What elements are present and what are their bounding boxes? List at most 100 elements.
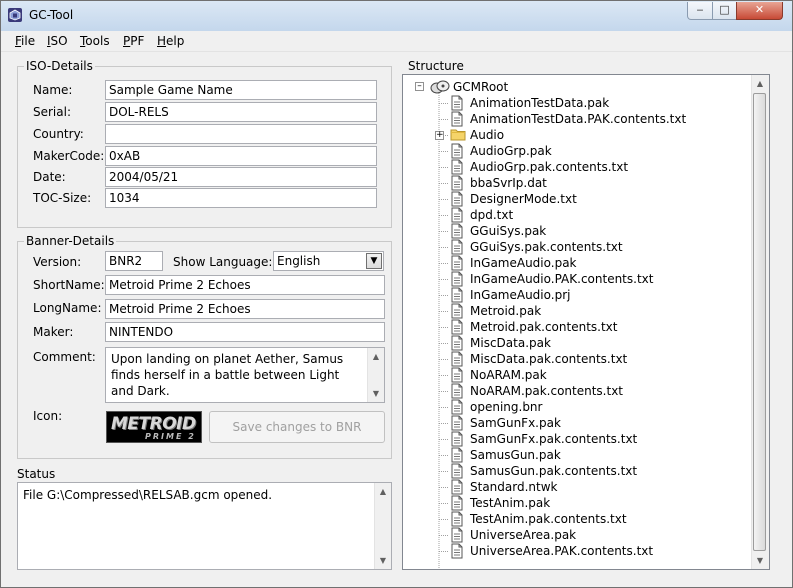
- maker-field[interactable]: NINTENDO: [105, 322, 385, 342]
- toc-size-field[interactable]: 1034: [105, 188, 377, 208]
- save-changes-button[interactable]: Save changes to BNR: [209, 411, 385, 443]
- tree-file[interactable]: AudioGrp.pak.contents.txt: [403, 159, 743, 175]
- tree-node-label: GCMRoot: [453, 80, 509, 94]
- toc-size-label: TOC-Size:: [33, 191, 92, 205]
- tree-file[interactable]: NoARAM.pak.contents.txt: [403, 383, 743, 399]
- tree-file[interactable]: GGuiSys.pak.contents.txt: [403, 239, 743, 255]
- tree-file[interactable]: TestAnim.pak: [403, 495, 743, 511]
- tree-file[interactable]: Standard.ntwk: [403, 479, 743, 495]
- serial-field[interactable]: DOL-RELS: [105, 102, 377, 122]
- tree-folder[interactable]: + Audio: [403, 127, 743, 143]
- minimize-button[interactable]: ‒: [687, 2, 713, 20]
- status-scrollbar[interactable]: ▲ ▼: [374, 483, 391, 569]
- tree-node-label: opening.bnr: [470, 400, 543, 414]
- tree-file[interactable]: MiscData.pak.contents.txt: [403, 351, 743, 367]
- file-icon: [450, 543, 464, 563]
- tree-node-label: Metroid.pak.contents.txt: [470, 320, 618, 334]
- menu-ppf[interactable]: PPF: [123, 34, 144, 48]
- tree-node-label: TestAnim.pak: [470, 496, 551, 510]
- status-label: Status: [17, 467, 56, 481]
- comment-label: Comment:: [33, 350, 96, 364]
- tree-node-label: dpd.txt: [470, 208, 514, 222]
- scroll-thumb[interactable]: [753, 93, 766, 551]
- tree-file[interactable]: InGameAudio.prj: [403, 287, 743, 303]
- tree-file[interactable]: UniverseArea.PAK.contents.txt: [403, 543, 743, 559]
- tree-file[interactable]: NoARAM.pak: [403, 367, 743, 383]
- version-label: Version:: [33, 255, 82, 269]
- tree-node-label: SamusGun.pak: [470, 448, 561, 462]
- scroll-up-icon[interactable]: ▲: [375, 483, 391, 500]
- maximize-icon: □: [719, 3, 730, 16]
- menu-bar: File ISO Tools PPF Help: [1, 31, 792, 52]
- serial-label: Serial:: [33, 105, 71, 119]
- gamecube-disc-icon: [430, 80, 450, 94]
- structure-tree[interactable]: – GCMRoot AnimationTestData.pak Animation…: [402, 74, 770, 570]
- tree-node-label: InGameAudio.PAK.contents.txt: [470, 272, 654, 286]
- tree-file[interactable]: dpd.txt: [403, 207, 743, 223]
- gamecube-app-icon: [8, 8, 22, 22]
- tree-file[interactable]: SamusGun.pak: [403, 447, 743, 463]
- country-field[interactable]: [105, 124, 377, 144]
- tree-file[interactable]: bbaSvrIp.dat: [403, 175, 743, 191]
- tree-node-label: bbaSvrIp.dat: [470, 176, 547, 190]
- tree-node-label: DesignerMode.txt: [470, 192, 577, 206]
- scroll-down-icon[interactable]: ▼: [752, 552, 768, 569]
- title-bar[interactable]: GC-Tool ‒ □ ✕: [1, 1, 792, 31]
- comment-textarea[interactable]: Upon landing on planet Aether, Samus fin…: [105, 347, 385, 403]
- makercode-field[interactable]: 0xAB: [105, 146, 377, 166]
- tree-scrollbar[interactable]: ▲ ▼: [751, 75, 769, 569]
- tree-file[interactable]: SamGunFx.pak.contents.txt: [403, 431, 743, 447]
- version-field[interactable]: BNR2: [105, 251, 163, 271]
- tree-file[interactable]: AnimationTestData.pak: [403, 95, 743, 111]
- date-field[interactable]: 2004/05/21: [105, 167, 377, 187]
- name-field[interactable]: Sample Game Name: [105, 80, 377, 100]
- expand-icon[interactable]: +: [435, 131, 444, 140]
- metroid-logo-subtext: PRIME 2: [145, 432, 196, 441]
- tree-file[interactable]: GGuiSys.pak: [403, 223, 743, 239]
- chevron-down-icon[interactable]: ▼: [366, 253, 382, 269]
- scroll-down-icon[interactable]: ▼: [375, 552, 391, 569]
- structure-label: Structure: [408, 59, 464, 73]
- status-text: File G:\Compressed\RELSAB.gcm opened.: [23, 488, 273, 502]
- minimize-icon: ‒: [696, 3, 704, 16]
- maximize-button[interactable]: □: [712, 2, 737, 20]
- collapse-icon[interactable]: –: [415, 82, 424, 91]
- scroll-up-icon[interactable]: ▲: [368, 348, 384, 365]
- tree-file[interactable]: UniverseArea.pak: [403, 527, 743, 543]
- tree-node-label: Metroid.pak: [470, 304, 542, 318]
- tree-node-label: NoARAM.pak.contents.txt: [470, 384, 624, 398]
- maker-label: Maker:: [33, 325, 74, 339]
- tree-node-label: SamGunFx.pak.contents.txt: [470, 432, 638, 446]
- comment-scrollbar[interactable]: ▲ ▼: [367, 348, 384, 402]
- banner-icon-image: METROID PRIME 2: [106, 411, 202, 443]
- scroll-down-icon[interactable]: ▼: [368, 385, 384, 402]
- app-window: GC-Tool ‒ □ ✕ File ISO Tools PPF Help IS…: [0, 0, 793, 588]
- tree-file[interactable]: Metroid.pak.contents.txt: [403, 319, 743, 335]
- status-log[interactable]: File G:\Compressed\RELSAB.gcm opened. ▲ …: [17, 482, 392, 570]
- language-select[interactable]: English ▼: [273, 251, 384, 271]
- tree-file[interactable]: SamusGun.pak.contents.txt: [403, 463, 743, 479]
- tree-file[interactable]: TestAnim.pak.contents.txt: [403, 511, 743, 527]
- tree-file[interactable]: InGameAudio.PAK.contents.txt: [403, 271, 743, 287]
- menu-help[interactable]: Help: [157, 34, 184, 48]
- iso-details-label: ISO-Details: [24, 59, 95, 73]
- close-button[interactable]: ✕: [736, 2, 783, 20]
- tree-file[interactable]: AudioGrp.pak: [403, 143, 743, 159]
- menu-iso[interactable]: ISO: [47, 34, 68, 48]
- tree-file[interactable]: InGameAudio.pak: [403, 255, 743, 271]
- tree-file[interactable]: AnimationTestData.PAK.contents.txt: [403, 111, 743, 127]
- tree-file[interactable]: SamGunFx.pak: [403, 415, 743, 431]
- banner-details-label: Banner-Details: [24, 234, 117, 248]
- tree-file[interactable]: DesignerMode.txt: [403, 191, 743, 207]
- longname-field[interactable]: Metroid Prime 2 Echoes: [105, 299, 385, 319]
- longname-label: LongName:: [33, 301, 102, 315]
- menu-file[interactable]: File: [15, 34, 35, 48]
- shortname-field[interactable]: Metroid Prime 2 Echoes: [105, 275, 385, 295]
- menu-tools[interactable]: Tools: [80, 34, 110, 48]
- tree-file[interactable]: MiscData.pak: [403, 335, 743, 351]
- show-language-label: Show Language:: [173, 255, 273, 269]
- tree-file[interactable]: Metroid.pak: [403, 303, 743, 319]
- tree-node-label: AnimationTestData.pak: [470, 96, 610, 110]
- scroll-up-icon[interactable]: ▲: [752, 75, 768, 92]
- tree-file[interactable]: opening.bnr: [403, 399, 743, 415]
